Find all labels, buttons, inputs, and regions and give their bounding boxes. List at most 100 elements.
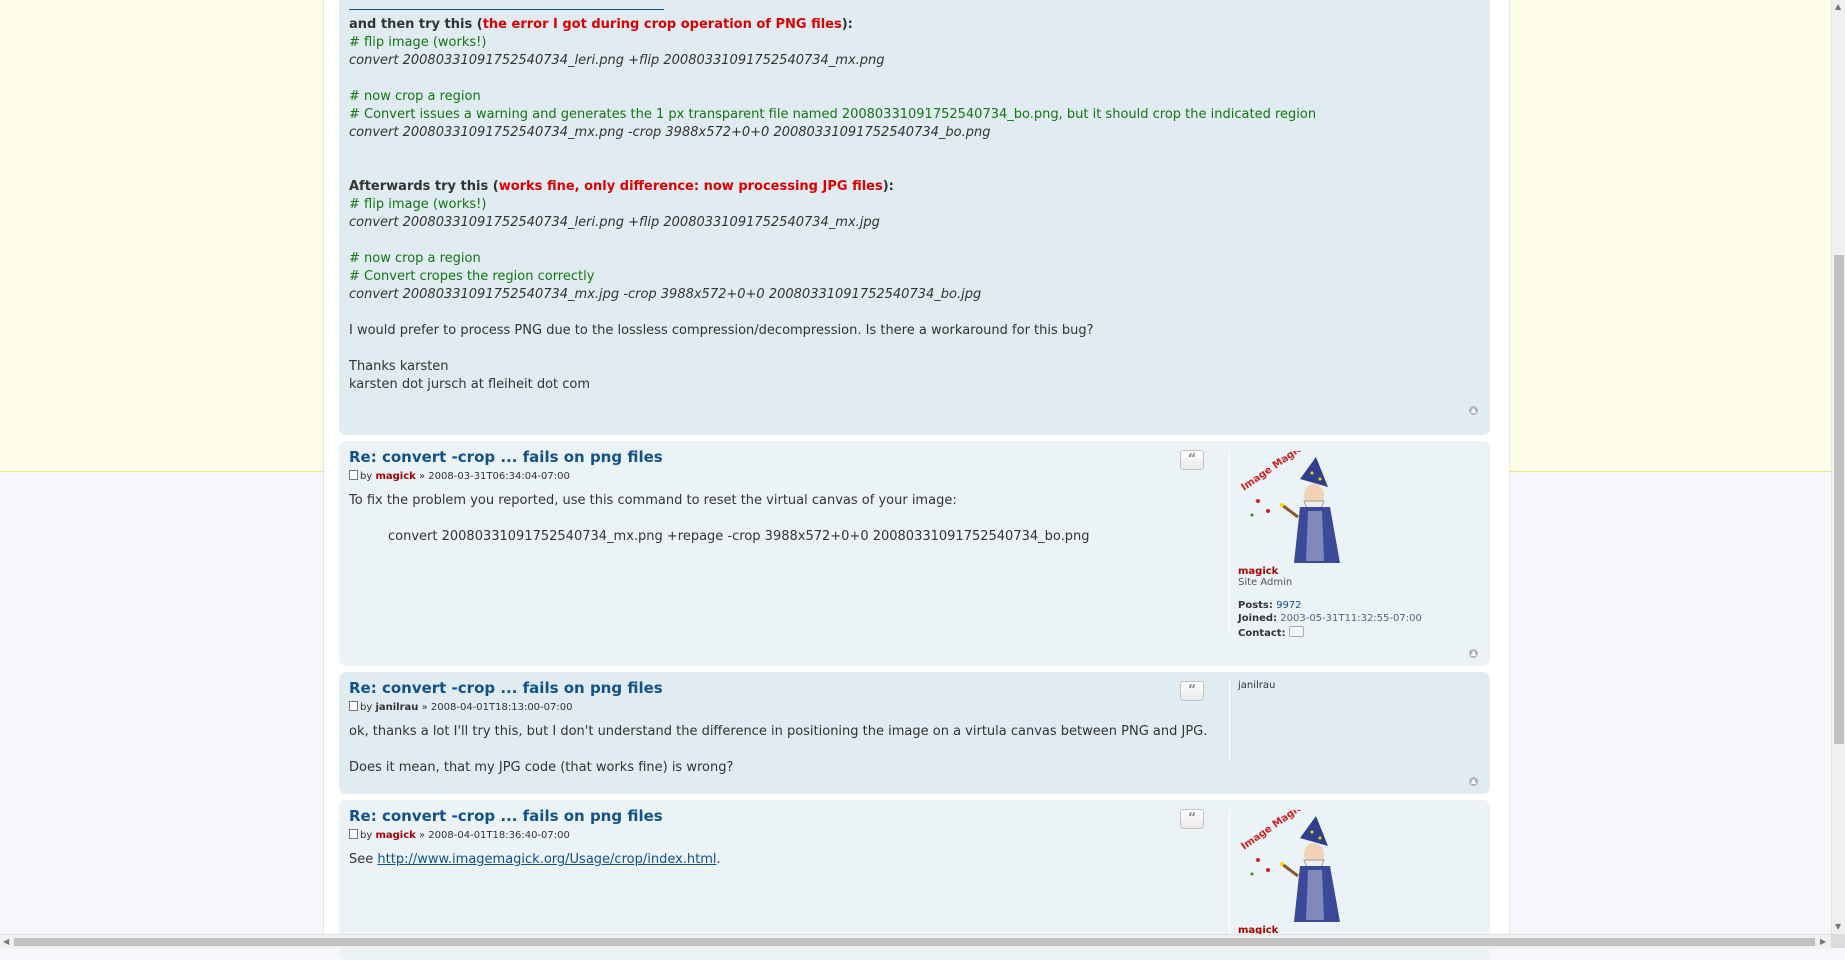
- code-block: convert 20080331091752540734_mx.png +rep…: [388, 529, 1090, 544]
- scroll-down-arrow-icon[interactable]: ▼: [1835, 922, 1841, 931]
- post-title[interactable]: Re: convert -crop ... fails on png files: [349, 448, 663, 466]
- vertical-scrollbar[interactable]: ▲ ▼: [1831, 0, 1845, 934]
- post-2: Re: convert -crop ... fails on png files…: [339, 439, 1490, 666]
- text-segment: I would prefer to process PNG due to the…: [349, 323, 1094, 338]
- period: .: [716, 852, 721, 867]
- post-text-line: convert 20080331091752540734_mx.jpg -cro…: [349, 286, 1449, 304]
- post-date: 2008-04-01T18:36:40-07:00: [428, 830, 570, 841]
- text-segment: convert 20080331091752540734_leri.png +f…: [349, 215, 880, 230]
- horizontal-scroll-thumb[interactable]: [14, 938, 1815, 946]
- back-to-top-button[interactable]: ▲: [1469, 777, 1478, 786]
- post-profile: janilrau: [1229, 680, 1488, 762]
- scroll-left-arrow-icon[interactable]: ◀: [3, 937, 9, 946]
- joined-label: Joined:: [1238, 613, 1278, 624]
- text-segment: ):: [841, 17, 853, 32]
- wizard-avatar-icon: Image Magick: [1239, 798, 1340, 922]
- scrollbar-corner: [1831, 934, 1845, 948]
- post-text-line: convert 20080331091752540734_leri.png +f…: [349, 214, 1449, 232]
- post-text-line: Thanks karsten: [349, 358, 1449, 376]
- post-text-line: # flip image (works!): [349, 196, 1449, 214]
- svg-text:Image Magick: Image Magick: [1239, 810, 1310, 852]
- text-segment: # now crop a region: [349, 251, 481, 266]
- post-text-line: Afterwards try this (works fine, only di…: [349, 178, 1449, 196]
- post-text-line: # flip image (works!): [349, 34, 1449, 52]
- quote-button[interactable]: “: [1180, 809, 1204, 829]
- post-text-line: [349, 304, 1449, 322]
- profile-username[interactable]: magick: [1238, 566, 1488, 577]
- back-to-top-button[interactable]: ▲: [1469, 649, 1478, 658]
- post-text-line: # now crop a region: [349, 250, 1449, 268]
- post-text-line: # Convert cropes the region correctly: [349, 268, 1449, 286]
- post-profile: Image Magick magick: [1229, 798, 1488, 950]
- truncated-link[interactable]: [349, 8, 664, 10]
- text-segment: # Convert cropes the region correctly: [349, 269, 595, 284]
- post-author[interactable]: janilrau: [375, 702, 418, 713]
- post-4-body: See http://www.imagemagick.org/Usage/cro…: [349, 851, 1199, 869]
- post-text-line: convert 20080331091752540734_leri.png +f…: [349, 52, 1449, 70]
- text-segment: convert 20080331091752540734_mx.jpg -cro…: [349, 287, 982, 302]
- joined-date: 2003-05-31T11:32:55-07:00: [1280, 613, 1422, 624]
- post-text-line: # Convert issues a warning and generates…: [349, 106, 1449, 124]
- meta-separator: »: [421, 702, 428, 713]
- text-segment: and then try this (: [349, 17, 483, 32]
- quote-button[interactable]: “: [1180, 450, 1204, 470]
- post-date: 2008-04-01T18:13:00-07:00: [430, 702, 573, 713]
- text-segment: Afterwards try this (: [349, 179, 499, 194]
- see-label: See: [349, 852, 374, 867]
- meta-separator: »: [418, 471, 426, 482]
- post-author[interactable]: magick: [375, 830, 415, 841]
- by-label: by: [360, 830, 373, 841]
- text-segment: the error I got during crop operation of…: [482, 17, 842, 32]
- post-text-line: karsten dot jursch at fleiheit dot com: [349, 376, 1449, 394]
- post-meta: by janilrau » 2008-04-01T18:13:00-07:00: [349, 701, 572, 713]
- text-segment: convert 20080331091752540734_mx.png -cro…: [349, 125, 991, 140]
- text-segment: # flip image (works!): [349, 35, 487, 50]
- post-text-line: I would prefer to process PNG due to the…: [349, 322, 1449, 340]
- contact-icon[interactable]: [1288, 626, 1304, 637]
- text-segment: # flip image (works!): [349, 197, 487, 212]
- post-author[interactable]: magick: [375, 471, 415, 482]
- post-3-body: ok, thanks a lot I'll try this, but I do…: [349, 723, 1208, 777]
- avatar[interactable]: Image Magick: [1238, 439, 1353, 566]
- quote-button[interactable]: “: [1180, 681, 1204, 701]
- posts-label: Posts:: [1238, 600, 1273, 611]
- text-segment: # now crop a region: [349, 89, 481, 104]
- post-meta: by magick » 2008-04-01T18:36:40-07:00: [349, 829, 570, 841]
- scroll-right-arrow-icon[interactable]: ▶: [1820, 937, 1826, 946]
- post-text-line: [349, 70, 1449, 88]
- post-date: 2008-03-31T06:34:04-07:00: [428, 471, 570, 482]
- meta-separator: »: [418, 830, 426, 841]
- avatar[interactable]: Image Magick: [1238, 798, 1353, 925]
- post-title[interactable]: Re: convert -crop ... fails on png files: [349, 807, 663, 825]
- post-3: Re: convert -crop ... fails on png files…: [339, 672, 1490, 794]
- svg-text:Image Magick: Image Magick: [1239, 451, 1310, 493]
- post-icon[interactable]: [349, 829, 358, 839]
- vertical-scroll-thumb[interactable]: [1834, 255, 1844, 744]
- profile-username[interactable]: janilrau: [1238, 680, 1488, 691]
- post-text-line: # now crop a region: [349, 88, 1449, 106]
- text-segment: Thanks karsten: [349, 359, 449, 374]
- post-text-line: ok, thanks a lot I'll try this, but I do…: [349, 724, 1208, 739]
- text-segment: # Convert issues a warning and generates…: [349, 107, 1317, 122]
- horizontal-scrollbar[interactable]: ◀ ▶: [0, 934, 1831, 949]
- post-1: and then try this (the error I got durin…: [339, 0, 1490, 435]
- text-segment: ):: [882, 179, 894, 194]
- usage-crop-link[interactable]: http://www.imagemagick.org/Usage/crop/in…: [377, 852, 716, 867]
- text-segment: karsten dot jursch at fleiheit dot com: [349, 377, 591, 392]
- post-profile: Image Magick magick Site Admin Posts: 99…: [1229, 439, 1488, 639]
- by-label: by: [360, 702, 373, 713]
- post-icon[interactable]: [349, 701, 358, 711]
- post-2-body: To fix the problem you reported, use thi…: [349, 492, 1199, 546]
- posts-count[interactable]: 9972: [1276, 600, 1301, 611]
- post-text-line: and then try this (the error I got durin…: [349, 16, 1449, 34]
- back-to-top-button[interactable]: ▲: [1469, 406, 1478, 415]
- post-text: To fix the problem you reported, use thi…: [349, 493, 957, 508]
- post-text-line: [349, 232, 1449, 250]
- scroll-up-arrow-icon[interactable]: ▲: [1835, 2, 1841, 11]
- post-text-line: [349, 160, 1449, 178]
- post-icon[interactable]: [349, 470, 358, 480]
- post-text-line: [349, 340, 1449, 358]
- post-title[interactable]: Re: convert -crop ... fails on png files: [349, 679, 663, 697]
- contact-label: Contact:: [1238, 628, 1286, 639]
- by-label: by: [360, 471, 373, 482]
